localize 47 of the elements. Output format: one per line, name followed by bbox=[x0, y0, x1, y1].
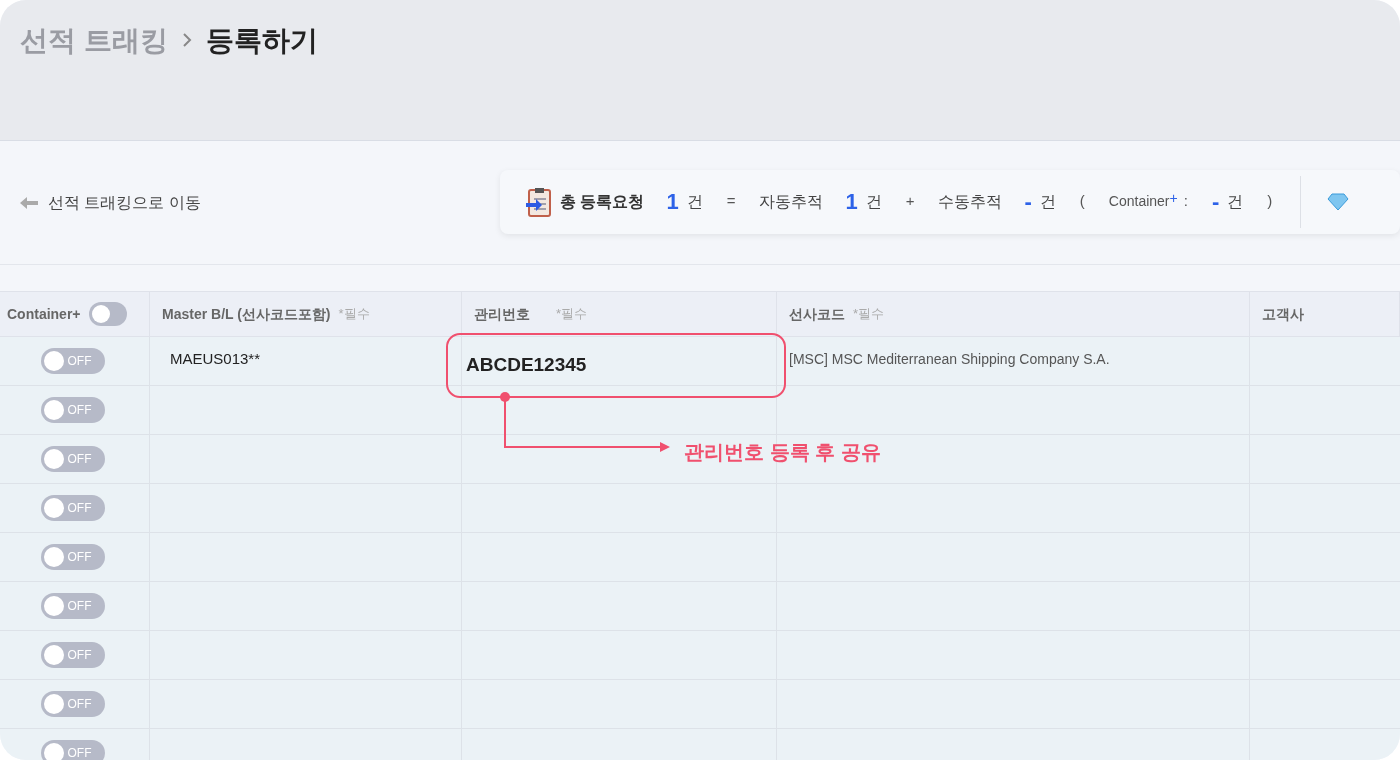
summary-count: 1 bbox=[666, 188, 679, 216]
summary-label: 수동추적 bbox=[938, 191, 1003, 212]
toggle-switch[interactable]: OFF bbox=[40, 593, 105, 619]
summary-label: 자동추적 bbox=[759, 191, 824, 212]
summary-unit: 건 bbox=[1039, 191, 1056, 212]
toggle-switch[interactable]: OFF bbox=[40, 397, 105, 423]
summary-operator: : bbox=[1183, 191, 1188, 212]
chevron-right-icon bbox=[181, 32, 192, 48]
toggle-switch[interactable]: OFF bbox=[40, 642, 105, 668]
summary-title: 총 등록요청 bbox=[560, 191, 645, 212]
summary-count: - bbox=[1024, 188, 1032, 216]
toggle-switch[interactable]: OFF bbox=[40, 348, 105, 374]
toggle-switch[interactable]: OFF bbox=[40, 691, 105, 717]
plus-mark: + bbox=[1169, 188, 1178, 208]
diamond-icon bbox=[1327, 192, 1350, 211]
toggle-switch[interactable]: OFF bbox=[40, 495, 105, 521]
annotation-label: 관리번호 등록 후 공유 bbox=[684, 440, 881, 465]
summary-operator: ( bbox=[1079, 191, 1085, 212]
summary-count: 1 bbox=[845, 188, 858, 216]
required-note: *필수 bbox=[556, 305, 588, 324]
back-link[interactable]: 선적 트래킹으로 이동 bbox=[20, 190, 500, 215]
table-cell-text: [MSC] MSC Mediterranean Shipping Company S.A. bbox=[789, 349, 1110, 369]
breadcrumb-link[interactable]: 선적 트래킹 bbox=[20, 20, 168, 62]
summary-unit: 건 bbox=[686, 191, 703, 212]
column-header: 관리번호 bbox=[474, 304, 530, 324]
toggle-switch[interactable]: OFF bbox=[40, 740, 105, 760]
page-title: 등록하기 bbox=[205, 24, 318, 58]
summary-unit: 건 bbox=[1227, 191, 1244, 212]
clipboard-icon bbox=[526, 186, 552, 217]
summary-label: Container bbox=[1108, 192, 1170, 211]
column-header: Container+ bbox=[7, 304, 81, 324]
summary-count: - bbox=[1211, 188, 1220, 216]
summary-operator: = bbox=[726, 191, 736, 212]
table-cell-text: ABCDE12345 bbox=[466, 353, 587, 378]
table-cell-text: MAEUS013** bbox=[170, 348, 261, 369]
column-header: 선사코드 bbox=[789, 304, 845, 324]
summary-operator: ) bbox=[1267, 191, 1273, 212]
toggle-switch[interactable]: OFF bbox=[40, 544, 105, 570]
toggle-switch[interactable] bbox=[88, 302, 127, 326]
toggle-switch[interactable]: OFF bbox=[40, 446, 105, 472]
required-note: *필수 bbox=[338, 305, 370, 324]
arrow-left-icon bbox=[20, 196, 38, 209]
summary-unit: 건 bbox=[865, 191, 882, 212]
required-note: *필수 bbox=[853, 305, 885, 324]
summary-operator: + bbox=[905, 191, 915, 212]
column-header: Master B/L (선사코드포함) bbox=[162, 304, 331, 324]
column-header: 고객사 bbox=[1262, 304, 1304, 324]
